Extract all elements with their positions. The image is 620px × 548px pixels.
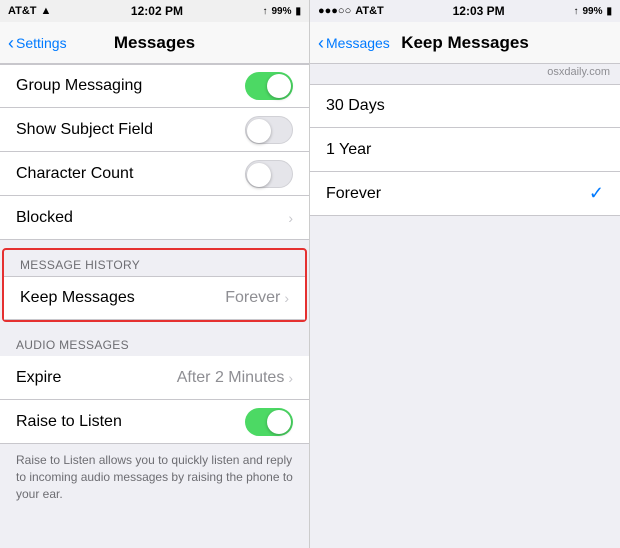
battery-pct-left: 99% bbox=[271, 6, 291, 17]
left-panel: AT&T ▲ 12:02 PM ↑ 99% ▮ ‹ Settings Messa… bbox=[0, 0, 310, 548]
carrier-left: AT&T bbox=[8, 5, 37, 17]
character-count-toggle[interactable] bbox=[245, 160, 293, 188]
right-panel: ●●●○○ AT&T 12:03 PM ↑ 99% ▮ ‹ Messages K… bbox=[310, 0, 620, 548]
message-history-header: MESSAGE HISTORY bbox=[4, 250, 305, 276]
left-settings-list: Group Messaging Show Subject Field Chara… bbox=[0, 64, 309, 548]
expire-label: Expire bbox=[16, 369, 177, 387]
right-nav-bar: ‹ Messages Keep Messages bbox=[310, 22, 620, 64]
back-button-left[interactable]: ‹ Settings bbox=[8, 34, 67, 52]
option-30-days-label: 30 Days bbox=[326, 97, 604, 115]
left-status-right: ↑ 99% ▮ bbox=[262, 6, 301, 17]
expire-row[interactable]: Expire After 2 Minutes › bbox=[0, 356, 309, 400]
audio-messages-header: AUDIO MESSAGES bbox=[0, 330, 309, 356]
show-subject-row[interactable]: Show Subject Field bbox=[0, 108, 309, 152]
show-subject-label: Show Subject Field bbox=[16, 121, 245, 139]
audio-section: AUDIO MESSAGES Expire After 2 Minutes › … bbox=[0, 330, 309, 444]
toggle-knob bbox=[267, 74, 291, 98]
group-messaging-toggle[interactable] bbox=[245, 72, 293, 100]
wifi-icon: ▲ bbox=[41, 5, 52, 17]
carrier-right: AT&T bbox=[355, 5, 384, 17]
option-1-year-label: 1 Year bbox=[326, 141, 604, 159]
raise-to-listen-toggle[interactable] bbox=[245, 408, 293, 436]
blocked-chevron: › bbox=[288, 210, 293, 226]
watermark: osxdaily.com bbox=[310, 64, 620, 80]
battery-icon-left: ▮ bbox=[295, 6, 301, 17]
group-messaging-row[interactable]: Group Messaging bbox=[0, 64, 309, 108]
message-history-highlight: MESSAGE HISTORY Keep Messages Forever › bbox=[2, 248, 307, 322]
back-chevron-left: ‹ bbox=[8, 34, 14, 52]
expire-chevron: › bbox=[288, 370, 293, 386]
battery-icon-right: ▮ bbox=[606, 6, 612, 17]
keep-messages-row[interactable]: Keep Messages Forever › bbox=[4, 276, 305, 320]
right-status-bar: ●●●○○ AT&T 12:03 PM ↑ 99% ▮ bbox=[310, 0, 620, 22]
keep-messages-chevron: › bbox=[284, 290, 289, 306]
description-text: Raise to Listen allows you to quickly li… bbox=[0, 444, 309, 514]
forever-checkmark: ✓ bbox=[589, 183, 604, 204]
character-count-row[interactable]: Character Count bbox=[0, 152, 309, 196]
expire-value: After 2 Minutes bbox=[177, 369, 285, 387]
raise-to-listen-row[interactable]: Raise to Listen bbox=[0, 400, 309, 444]
keep-messages-value: Forever bbox=[225, 289, 280, 307]
right-status-right: ↑ 99% ▮ bbox=[573, 6, 612, 17]
raise-to-listen-label: Raise to Listen bbox=[16, 413, 245, 431]
show-subject-toggle[interactable] bbox=[245, 116, 293, 144]
gps-icon-right: ↑ bbox=[573, 6, 578, 17]
toggle-knob-4 bbox=[267, 410, 291, 434]
battery-pct-right: 99% bbox=[582, 6, 602, 17]
character-count-label: Character Count bbox=[16, 165, 245, 183]
right-status-time: 12:03 PM bbox=[453, 4, 505, 18]
back-label-right: Messages bbox=[326, 35, 390, 51]
toggle-knob-2 bbox=[247, 119, 271, 143]
keep-messages-list: 30 Days 1 Year Forever ✓ bbox=[310, 84, 620, 216]
blocked-row[interactable]: Blocked › bbox=[0, 196, 309, 240]
toggle-knob-3 bbox=[247, 163, 271, 187]
keep-messages-label: Keep Messages bbox=[20, 289, 225, 307]
group-messaging-label: Group Messaging bbox=[16, 77, 245, 95]
left-nav-title: Messages bbox=[114, 33, 195, 53]
left-status-left: AT&T ▲ bbox=[8, 5, 51, 17]
option-30-days[interactable]: 30 Days bbox=[310, 84, 620, 128]
left-status-bar: AT&T ▲ 12:02 PM ↑ 99% ▮ bbox=[0, 0, 309, 22]
dots-right: ●●●○○ bbox=[318, 5, 351, 17]
left-nav-bar: ‹ Settings Messages bbox=[0, 22, 309, 64]
blocked-label: Blocked bbox=[16, 209, 288, 227]
right-status-left: ●●●○○ AT&T bbox=[318, 5, 384, 17]
option-forever[interactable]: Forever ✓ bbox=[310, 172, 620, 216]
option-1-year[interactable]: 1 Year bbox=[310, 128, 620, 172]
arrow-icon: ↑ bbox=[262, 6, 267, 17]
right-nav-title: Keep Messages bbox=[401, 33, 529, 53]
option-forever-label: Forever bbox=[326, 185, 589, 203]
back-label-left: Settings bbox=[16, 35, 67, 51]
left-status-time: 12:02 PM bbox=[131, 4, 183, 18]
back-chevron-right: ‹ bbox=[318, 34, 324, 52]
top-section: Group Messaging Show Subject Field Chara… bbox=[0, 64, 309, 240]
back-button-right[interactable]: ‹ Messages bbox=[318, 34, 390, 52]
